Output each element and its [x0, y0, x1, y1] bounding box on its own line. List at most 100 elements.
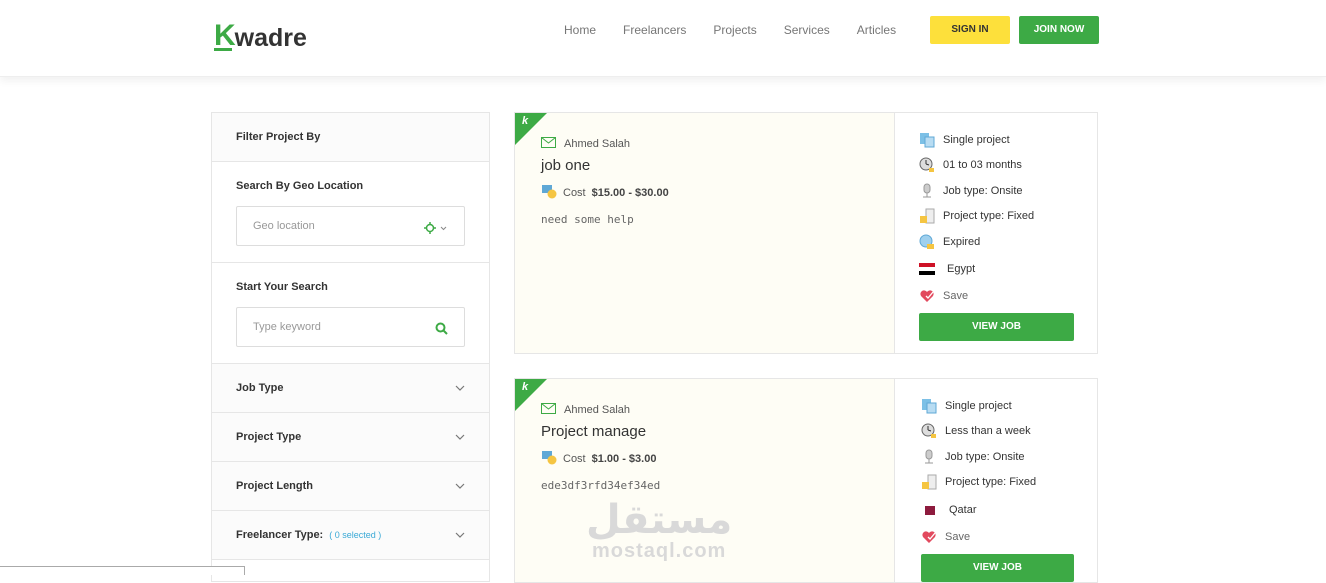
chevron-down-icon	[455, 529, 465, 541]
nav-home[interactable]: Home	[564, 22, 596, 38]
detail-duration: Less than a week	[921, 419, 1081, 445]
cost-value: $15.00 - $30.00	[591, 186, 669, 199]
filter-label: Job Type	[236, 382, 284, 394]
documents-icon	[921, 398, 937, 414]
building-icon	[919, 208, 935, 224]
nav-projects[interactable]: Projects	[713, 22, 756, 38]
corner-logo-icon: k	[522, 115, 529, 127]
job-details: Single project 01 to 03 months Job type:…	[919, 127, 1079, 341]
author-name: Ahmed Salah	[564, 404, 631, 416]
keyword-search-input[interactable]: Type keyword	[236, 307, 465, 347]
detail-text: Project type: Fixed	[943, 210, 1035, 223]
microphone-icon	[921, 449, 937, 465]
save-job[interactable]: Save	[921, 524, 1081, 550]
logo-k: K	[214, 19, 236, 52]
job-main: k Ahmed Salah job one Cost $15.00 - $30.…	[515, 113, 895, 353]
filter-project-type[interactable]: Project Type	[212, 413, 489, 462]
detail-text: Save	[945, 530, 971, 543]
microphone-icon	[919, 183, 935, 199]
job-details: Single project Less than a week Job type…	[921, 393, 1081, 582]
cost-value: $1.00 - $3.00	[591, 452, 657, 465]
detail-location: Egypt	[919, 255, 1079, 284]
logo[interactable]: K wadre	[214, 16, 307, 56]
search-icon[interactable]	[435, 320, 448, 339]
watermark: مستقل mostaql.com	[586, 500, 732, 563]
detail-text: Job type: Onsite	[943, 184, 1023, 197]
coins-icon	[541, 183, 557, 202]
detail-text: 01 to 03 months	[943, 159, 1022, 172]
heart-icon	[919, 288, 935, 304]
filter-title: Filter Project By	[212, 113, 489, 162]
filter-label: Freelancer Type:	[236, 529, 324, 541]
egypt-flag-icon	[919, 261, 935, 277]
chevron-down-icon	[455, 382, 465, 394]
documents-icon	[919, 132, 935, 148]
detail-location: Qatar	[921, 495, 1081, 524]
sign-in-button[interactable]: SIGN IN	[930, 16, 1010, 44]
main-nav: Home Freelancers Projects Services Artic…	[564, 22, 923, 38]
envelope-icon	[541, 403, 556, 417]
selected-count: ( 0 selected )	[329, 530, 382, 540]
detail-project-scope: Single project	[919, 127, 1079, 153]
detail-text: Egypt	[947, 263, 976, 275]
search-placeholder: Type keyword	[253, 321, 321, 333]
nav-services[interactable]: Services	[784, 22, 830, 38]
detail-job-type: Job type: Onsite	[921, 444, 1081, 470]
detail-text: Job type: Onsite	[945, 450, 1025, 463]
logo-text: wadre	[234, 23, 307, 52]
building-icon	[921, 474, 937, 490]
crosshair-icon[interactable]	[424, 219, 448, 238]
filter-freelancer-type[interactable]: Freelancer Type: ( 0 selected )	[212, 511, 489, 560]
detail-text: Qatar	[949, 503, 977, 516]
view-job-button[interactable]: VIEW JOB	[921, 553, 1074, 582]
detail-duration: 01 to 03 months	[919, 153, 1079, 179]
cost-label: Cost	[563, 452, 586, 465]
watermark-arabic: مستقل	[586, 497, 733, 543]
detail-status: Expired	[919, 229, 1079, 255]
detail-project-type: Project type: Fixed	[919, 204, 1079, 230]
job-cost: Cost $1.00 - $3.00	[541, 449, 656, 468]
site-header: K wadre Home Freelancers Projects Servic…	[0, 0, 1326, 77]
detail-job-type: Job type: Onsite	[919, 178, 1079, 204]
filter-label: Project Type	[236, 431, 302, 443]
chevron-down-icon	[455, 431, 465, 443]
watermark-latin: mostaql.com	[591, 540, 727, 562]
bottom-overlay-edge	[0, 566, 245, 575]
detail-text: Project type: Fixed	[945, 476, 1037, 489]
cost-label: Cost	[563, 186, 586, 199]
nav-freelancers[interactable]: Freelancers	[623, 22, 686, 38]
join-now-button[interactable]: JOIN NOW	[1019, 16, 1099, 44]
save-job[interactable]: Save	[919, 284, 1079, 310]
detail-text: Single project	[943, 133, 1010, 146]
job-cost: Cost $15.00 - $30.00	[541, 183, 669, 202]
search-section: Start Your Search Type keyword	[212, 263, 489, 364]
view-job-button[interactable]: VIEW JOB	[919, 313, 1074, 341]
nav-articles[interactable]: Articles	[857, 22, 896, 38]
job-title[interactable]: job one	[541, 157, 590, 174]
job-description: ede3df3rfd34ef34ed	[541, 479, 661, 492]
envelope-icon	[541, 137, 556, 151]
geo-location-input[interactable]: Geo location	[236, 206, 465, 246]
job-title[interactable]: Project manage	[541, 423, 646, 440]
detail-project-type: Project type: Fixed	[921, 470, 1081, 496]
author-name: Ahmed Salah	[564, 138, 631, 150]
clock-icon	[919, 157, 935, 173]
filter-project-length[interactable]: Project Length	[212, 462, 489, 511]
expired-clock-icon	[919, 234, 935, 250]
filter-job-type[interactable]: Job Type	[212, 364, 489, 413]
job-card: k Ahmed Salah job one Cost $15.00 - $30.…	[514, 112, 1098, 354]
search-label: Start Your Search	[236, 281, 328, 293]
detail-text: Save	[943, 290, 969, 303]
coins-icon	[541, 449, 557, 468]
detail-project-scope: Single project	[921, 393, 1081, 419]
job-description: need some help	[541, 213, 634, 226]
job-author[interactable]: Ahmed Salah	[541, 137, 630, 151]
chevron-down-icon	[455, 480, 465, 492]
heart-icon	[921, 529, 937, 545]
qatar-flag-icon	[921, 502, 937, 518]
job-author[interactable]: Ahmed Salah	[541, 403, 630, 417]
clock-icon	[921, 423, 937, 439]
filter-sidebar: Filter Project By Search By Geo Location…	[211, 112, 490, 582]
corner-logo-icon: k	[522, 381, 529, 393]
geo-label: Search By Geo Location	[236, 180, 364, 192]
